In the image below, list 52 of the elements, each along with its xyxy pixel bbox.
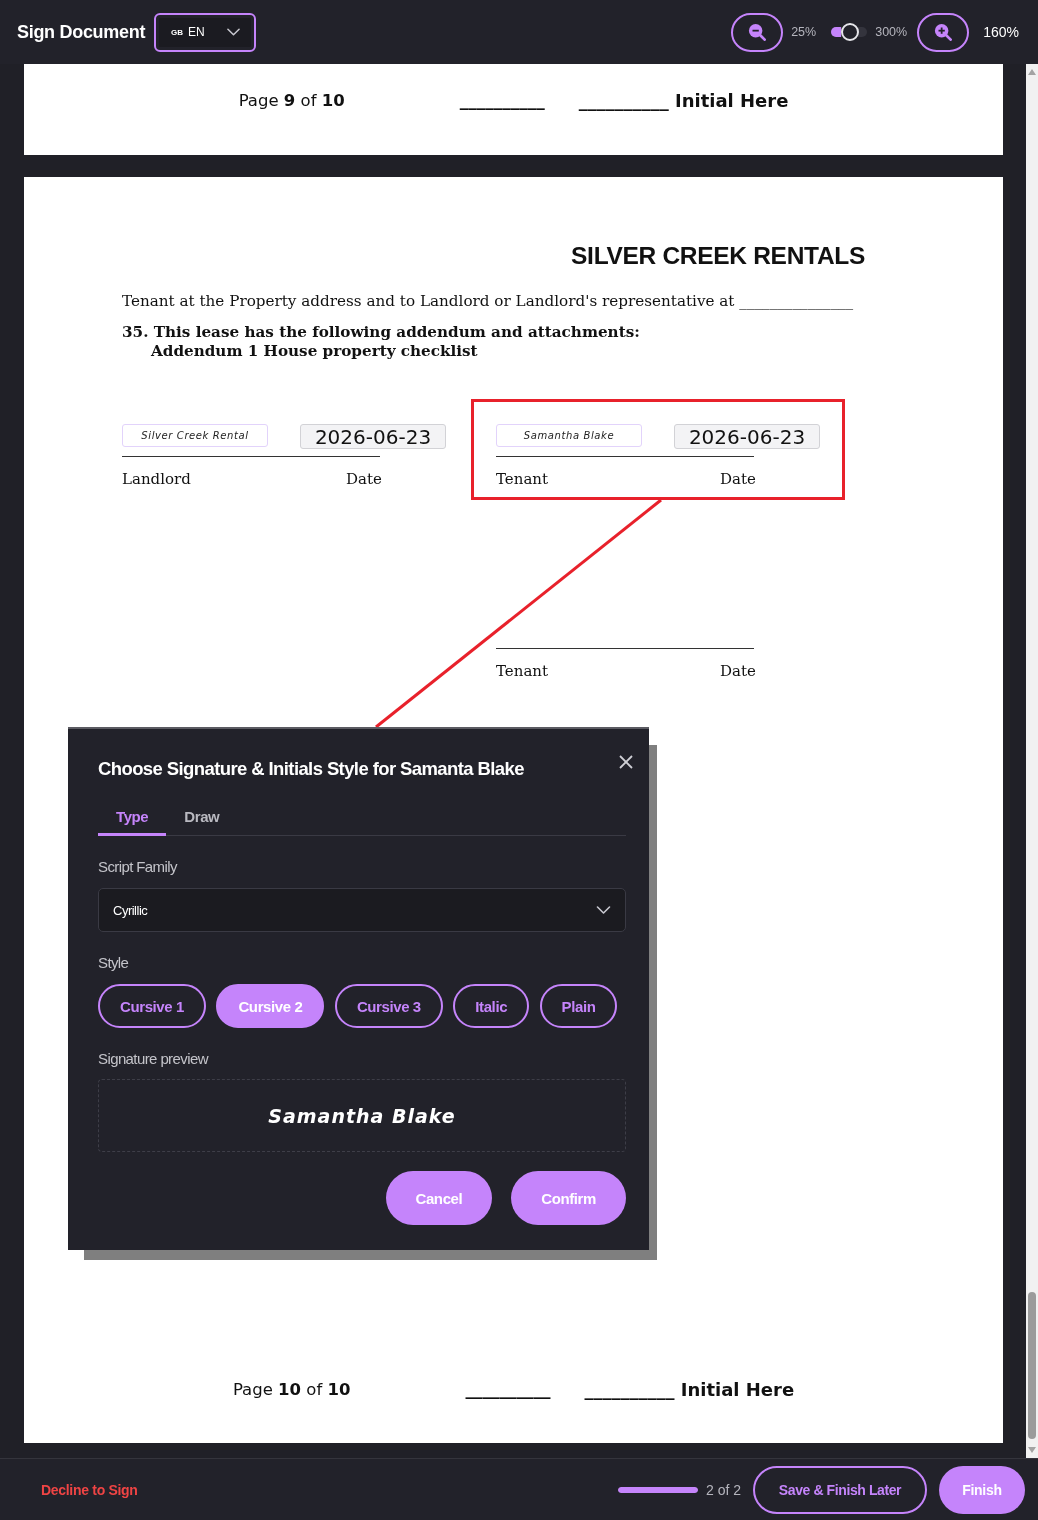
- initial-here-text: __________ Initial Here: [578, 89, 789, 111]
- tab[interactable]: Type: [98, 799, 167, 836]
- progress-label: 2 of 2: [705, 1481, 741, 1498]
- role-label: Tenant: [496, 661, 549, 681]
- zoom-in-icon: [934, 23, 953, 41]
- slider-thumb[interactable]: [841, 23, 860, 41]
- page-number-text: Page 10 of 10: [232, 1379, 351, 1399]
- tab[interactable]: Draw: [166, 799, 238, 836]
- zoom-min-label: 25%: [791, 25, 817, 39]
- style-option[interactable]: Cursive 3: [334, 984, 443, 1028]
- zoom-in-button[interactable]: [917, 12, 970, 52]
- date-field[interactable]: 2026-06-23: [674, 424, 820, 449]
- fill-in-line: __________: [465, 1379, 551, 1399]
- script-family-select[interactable]: Cyrillic: [98, 888, 626, 932]
- document-heading: SILVER CREEK RENTALS: [570, 241, 865, 271]
- app-title: Sign Document: [17, 21, 146, 43]
- chevron-down-icon: [227, 28, 241, 36]
- style-option[interactable]: Italic: [453, 984, 530, 1028]
- language-select[interactable]: GB EN: [154, 12, 257, 52]
- role-label: Tenant: [496, 469, 549, 489]
- date-label: Date: [720, 469, 756, 489]
- decline-link[interactable]: Decline to Sign: [41, 1481, 138, 1498]
- page-number-text: Page 9 of 10: [238, 90, 345, 110]
- date-label: Date: [346, 469, 382, 489]
- signature-field[interactable]: Samantha Blake: [496, 424, 642, 447]
- field-label: Script Family: [98, 857, 179, 877]
- close-icon: [619, 755, 633, 769]
- clause-text: 35. This lease has the following addendum and attachments:: [122, 323, 641, 342]
- zoom-value: 160%: [983, 24, 1019, 40]
- style-option[interactable]: Cursive 1: [98, 984, 206, 1028]
- close-button[interactable]: [619, 755, 633, 769]
- signature-field[interactable]: Silver Creek Rental: [122, 424, 268, 447]
- style-option[interactable]: Plain: [539, 984, 618, 1028]
- field-label: Signature preview: [98, 1049, 210, 1069]
- zoom-out-icon: [748, 23, 767, 41]
- date-field[interactable]: 2026-06-23: [300, 424, 446, 449]
- zoom-slider[interactable]: [831, 23, 868, 41]
- field-label: Style: [98, 953, 130, 973]
- scrollbar-thumb[interactable]: [1028, 1292, 1036, 1439]
- paragraph-text: Tenant at the Property address and to Landlord or Landlord's representative at _______________: [122, 291, 855, 311]
- fill-in-line: __________: [459, 90, 545, 110]
- signature-preview: Samantha Blake: [98, 1079, 626, 1152]
- dialog-title: Choose Signature & Initials Style for Samanta Blake: [98, 757, 524, 781]
- save-finish-later-button[interactable]: Save & Finish Later: [753, 1465, 927, 1514]
- date-label: Date: [720, 661, 756, 681]
- role-label: Landlord: [122, 469, 192, 489]
- chevron-down-icon: [596, 906, 611, 914]
- zoom-out-button[interactable]: [731, 12, 784, 52]
- initial-here-text: __________ Initial Here: [584, 1378, 795, 1400]
- scrollbar[interactable]: [1026, 64, 1038, 1458]
- clause-item-text: Addendum 1 House property checklist: [150, 342, 479, 361]
- zoom-max-label: 300%: [875, 25, 908, 39]
